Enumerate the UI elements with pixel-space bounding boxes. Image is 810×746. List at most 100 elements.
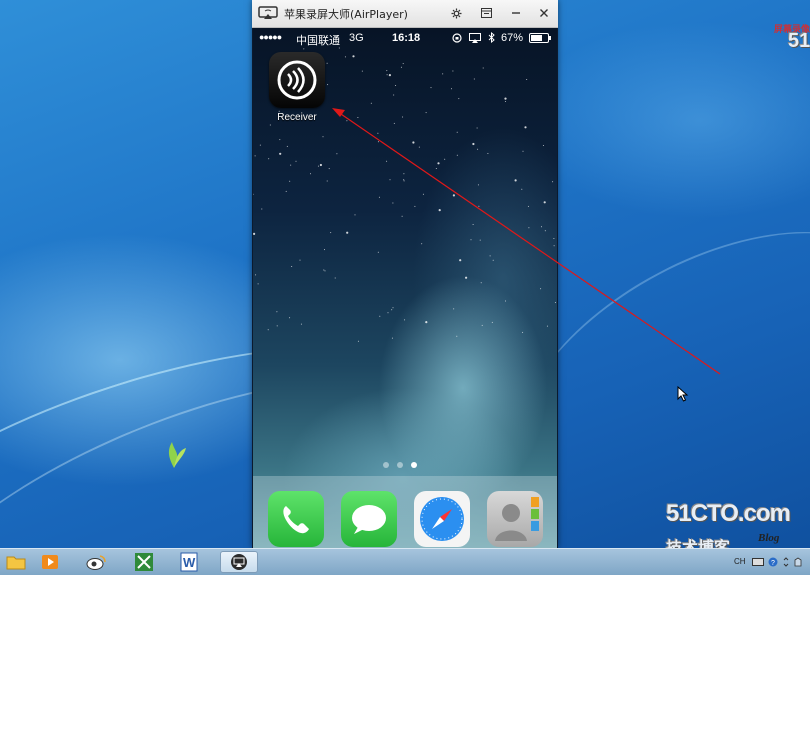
svg-text:W: W bbox=[183, 555, 196, 570]
input-language[interactable]: CH bbox=[734, 557, 746, 566]
page-dot bbox=[383, 462, 389, 468]
taskbar-media-player[interactable] bbox=[34, 551, 66, 573]
star bbox=[425, 321, 428, 324]
star bbox=[276, 311, 278, 313]
star bbox=[459, 259, 462, 262]
taskbar-word[interactable]: W bbox=[174, 551, 206, 573]
airplayer-window: 苹果录屏大师(AirPlayer) ●●●●● 中国联通 3G 16:18 67… bbox=[252, 0, 558, 548]
star bbox=[319, 163, 322, 167]
star bbox=[553, 245, 555, 247]
star bbox=[379, 315, 381, 317]
star bbox=[402, 63, 404, 65]
star bbox=[290, 164, 292, 166]
battery-fill bbox=[531, 35, 542, 41]
star bbox=[414, 205, 416, 207]
window-titlebar[interactable]: 苹果录屏大师(AirPlayer) bbox=[252, 0, 558, 28]
star bbox=[489, 255, 491, 257]
star bbox=[458, 98, 460, 100]
airplay-icon bbox=[258, 6, 278, 19]
star bbox=[334, 277, 336, 279]
star bbox=[286, 145, 288, 147]
star bbox=[504, 97, 507, 100]
star bbox=[393, 122, 395, 124]
show-desktop-icon[interactable] bbox=[794, 557, 802, 567]
star bbox=[404, 319, 406, 321]
star bbox=[391, 337, 393, 339]
star bbox=[472, 224, 474, 225]
skin-button[interactable] bbox=[474, 2, 498, 24]
star bbox=[267, 329, 269, 331]
page-dot bbox=[397, 462, 403, 468]
star bbox=[465, 276, 468, 279]
star bbox=[279, 152, 282, 155]
taskbar-spreadsheet[interactable] bbox=[128, 551, 160, 573]
star bbox=[370, 102, 372, 104]
close-icon bbox=[540, 9, 548, 17]
star bbox=[322, 136, 324, 138]
star bbox=[299, 259, 301, 261]
star bbox=[324, 249, 325, 251]
window-title: 苹果录屏大师(AirPlayer) bbox=[284, 8, 408, 21]
help-icon[interactable]: ? bbox=[768, 557, 778, 567]
star bbox=[377, 251, 379, 253]
contacts-app[interactable] bbox=[487, 491, 543, 547]
star bbox=[268, 158, 270, 160]
star bbox=[330, 232, 332, 234]
phone-app[interactable] bbox=[268, 491, 324, 547]
star bbox=[425, 112, 427, 114]
close-button[interactable] bbox=[532, 2, 556, 24]
minimize-button[interactable] bbox=[504, 2, 528, 24]
star bbox=[435, 168, 437, 169]
star bbox=[438, 209, 441, 212]
star bbox=[300, 323, 302, 325]
star bbox=[453, 308, 455, 310]
safari-app[interactable] bbox=[414, 491, 470, 547]
taskbar-weibo[interactable] bbox=[80, 551, 112, 573]
battery-icon bbox=[529, 33, 549, 43]
star bbox=[261, 208, 263, 210]
media-player-icon bbox=[42, 555, 58, 569]
star bbox=[253, 232, 256, 235]
star bbox=[422, 193, 424, 195]
star bbox=[412, 141, 415, 144]
star bbox=[482, 67, 484, 69]
star bbox=[442, 73, 444, 75]
messages-app[interactable] bbox=[341, 491, 397, 547]
star bbox=[456, 131, 458, 133]
star bbox=[289, 317, 291, 319]
star bbox=[554, 302, 556, 303]
star bbox=[386, 160, 388, 162]
airplay-status-icon bbox=[469, 33, 481, 43]
star bbox=[522, 150, 524, 152]
watermark-top-number: 51 bbox=[788, 30, 810, 52]
page-indicator[interactable] bbox=[383, 462, 427, 470]
page-dot-current bbox=[411, 462, 417, 468]
star bbox=[473, 78, 475, 80]
star bbox=[317, 165, 319, 167]
taskbar-airplayer[interactable] bbox=[220, 551, 258, 573]
star bbox=[451, 88, 452, 90]
star bbox=[477, 184, 479, 186]
tray-overflow-icon[interactable] bbox=[783, 557, 789, 567]
star bbox=[357, 117, 359, 118]
star bbox=[546, 325, 548, 327]
star bbox=[303, 48, 305, 50]
app-receiver[interactable]: Receiver bbox=[267, 52, 327, 128]
star bbox=[552, 181, 554, 183]
phone-icon bbox=[283, 506, 309, 534]
carrier-name: 中国联通 bbox=[296, 35, 340, 47]
star bbox=[257, 283, 259, 285]
star bbox=[253, 193, 254, 195]
keyboard-icon[interactable] bbox=[752, 558, 764, 566]
clock: 16:18 bbox=[392, 32, 421, 44]
settings-button[interactable] bbox=[444, 2, 468, 24]
star bbox=[524, 126, 527, 129]
window-layout-icon bbox=[480, 8, 492, 18]
settings-icon bbox=[451, 8, 461, 18]
taskbar-explorer[interactable] bbox=[0, 551, 32, 573]
leaf-icon bbox=[168, 442, 186, 468]
contact-person-icon bbox=[495, 497, 539, 541]
star bbox=[514, 179, 517, 182]
weibo-icon bbox=[86, 555, 106, 570]
compass-icon bbox=[420, 497, 464, 541]
